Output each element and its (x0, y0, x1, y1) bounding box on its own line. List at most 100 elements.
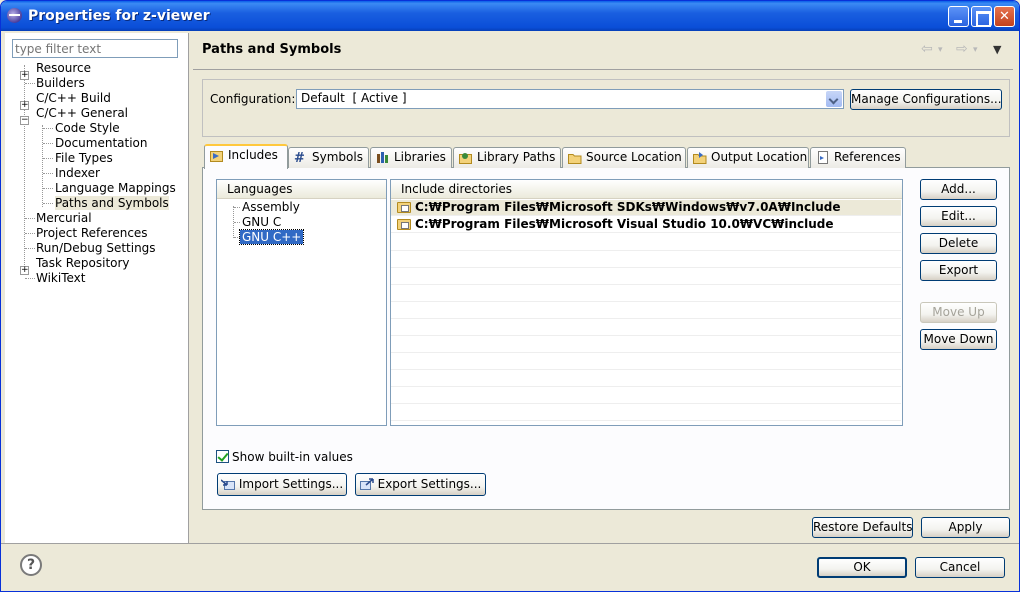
expand-icon[interactable]: + (20, 71, 29, 80)
include-folder-icon (397, 202, 411, 213)
tree-item-label: WikiText (36, 271, 86, 285)
view-menu-icon[interactable]: ▼ (993, 43, 1001, 56)
tree-item-wikitext[interactable]: WikiText (36, 271, 86, 286)
export-button[interactable]: Export (920, 260, 997, 281)
languages-list[interactable]: Languages Assembly GNU C GNU C++ (216, 179, 387, 426)
language-item-gnu-cpp[interactable]: GNU C++ (238, 229, 305, 245)
tab-label: Source Location (586, 150, 682, 164)
preference-tree-pane: + Resource Builders + C/C++ Build − C/C+… (5, 33, 189, 543)
grid-line (391, 335, 901, 336)
footer-divider (1, 543, 1019, 544)
tree-item-label: Documentation (55, 136, 148, 150)
cancel-button[interactable]: Cancel (915, 557, 1005, 578)
configuration-select[interactable]: Default [ Active ] (296, 89, 844, 109)
edit-button[interactable]: Edit... (920, 206, 997, 227)
table-row[interactable]: C:₩Program Files₩Microsoft Visual Studio… (391, 217, 901, 233)
table-row[interactable]: C:₩Program Files₩Microsoft SDKs₩Windows₩… (391, 200, 901, 216)
language-item-gnu-c[interactable]: GNU C (242, 215, 281, 229)
tree-item-builders[interactable]: Builders (36, 76, 85, 91)
import-settings-label: Import Settings... (238, 477, 344, 491)
tree-item-run-debug-settings[interactable]: Run/Debug Settings (36, 241, 156, 256)
tab-label: References (834, 150, 901, 164)
tree-connector (25, 248, 35, 249)
tab-references[interactable]: References (810, 147, 906, 168)
delete-button[interactable]: Delete (920, 233, 997, 254)
tree-connector (25, 233, 35, 234)
tree-connector (43, 173, 53, 174)
title-bar[interactable]: Properties for z-viewer ✕ (1, 1, 1019, 31)
import-settings-button[interactable]: Import Settings... (217, 473, 347, 496)
grid-line (391, 267, 901, 268)
grid-line (391, 386, 901, 387)
tab-libraries[interactable]: Libraries (370, 147, 452, 168)
configuration-label: Configuration: (210, 92, 296, 106)
filter-input[interactable] (12, 39, 178, 58)
tree-connector (25, 83, 35, 84)
forward-dropdown-icon[interactable]: ▾ (973, 45, 978, 55)
move-down-button[interactable]: Move Down (920, 329, 997, 350)
tree-item-cpp-general[interactable]: C/C++ General (36, 106, 128, 121)
tree-connector (43, 188, 53, 189)
help-icon[interactable]: ? (20, 554, 42, 576)
tree-item-task-repository[interactable]: Task Repository (36, 256, 130, 271)
tree-connector (43, 158, 53, 159)
output-folder-icon (693, 152, 707, 164)
tab-source-location[interactable]: Source Location (562, 147, 686, 168)
tree-item-indexer[interactable]: Indexer (55, 166, 100, 181)
collapse-icon[interactable]: − (20, 116, 29, 125)
move-up-button[interactable]: Move Up (920, 302, 997, 323)
tree-item-label: Resource (36, 61, 92, 75)
back-dropdown-icon[interactable]: ▾ (938, 45, 943, 55)
tab-library-paths[interactable]: Library Paths (453, 147, 561, 168)
tab-label: Libraries (394, 150, 446, 164)
maximize-button[interactable] (971, 6, 992, 27)
hash-icon: # (294, 151, 305, 166)
include-path: C:₩Program Files₩Microsoft SDKs₩Windows₩… (415, 200, 841, 214)
minimize-button[interactable] (948, 6, 969, 27)
tab-output-location[interactable]: Output Location (687, 147, 809, 168)
back-arrow-icon[interactable]: ⇦ (921, 41, 933, 57)
restore-defaults-button[interactable]: Restore Defaults (812, 517, 913, 538)
languages-column-header[interactable]: Languages (217, 180, 386, 199)
expand-icon[interactable]: + (20, 101, 29, 110)
tab-label: Library Paths (477, 150, 556, 164)
include-directories-column-header[interactable]: Include directories (391, 180, 902, 199)
tree-connector (42, 125, 43, 207)
tab-symbols[interactable]: # Symbols (288, 147, 369, 168)
configuration-value: Default [ Active ] (301, 91, 407, 105)
expand-icon[interactable]: + (20, 266, 29, 275)
header-divider (193, 69, 1013, 70)
export-icon (359, 478, 374, 490)
references-icon (818, 151, 828, 164)
tree-item-language-mappings[interactable]: Language Mappings (55, 181, 176, 196)
ok-button[interactable]: OK (817, 557, 907, 578)
chevron-down-icon[interactable] (826, 91, 842, 107)
tree-item-label: Code Style (55, 121, 120, 135)
tree-item-code-style[interactable]: Code Style (55, 121, 120, 136)
tree-item-project-references[interactable]: Project References (36, 226, 148, 241)
show-built-in-label[interactable]: Show built-in values (232, 450, 353, 464)
tab-includes[interactable]: Includes (204, 144, 288, 169)
tree-item-cpp-build[interactable]: C/C++ Build (36, 91, 111, 106)
include-path: C:₩Program Files₩Microsoft Visual Studio… (415, 217, 834, 231)
tree-item-documentation[interactable]: Documentation (55, 136, 148, 151)
tree-connector (25, 278, 35, 279)
tree-item-paths-and-symbols[interactable]: Paths and Symbols (55, 196, 169, 211)
tree-connector (43, 203, 53, 204)
add-button[interactable]: Add... (920, 179, 997, 200)
grid-line (391, 369, 901, 370)
export-settings-button[interactable]: Export Settings... (355, 473, 486, 496)
includes-icon (210, 151, 223, 162)
manage-configurations-button[interactable]: Manage Configurations... (850, 89, 1002, 110)
tree-item-file-types[interactable]: File Types (55, 151, 113, 166)
tree-connector (25, 218, 35, 219)
include-directories-list[interactable]: Include directories C:₩Program Files₩Mic… (390, 179, 903, 426)
apply-button[interactable]: Apply (921, 517, 1010, 538)
close-button[interactable]: ✕ (994, 6, 1015, 27)
grid-line (391, 420, 901, 421)
tree-item-resource[interactable]: Resource (36, 61, 91, 76)
show-built-in-checkbox[interactable] (216, 450, 229, 463)
tree-item-mercurial[interactable]: Mercurial (36, 211, 92, 226)
forward-arrow-icon[interactable]: ⇨ (956, 41, 968, 57)
language-item-assembly[interactable]: Assembly (242, 200, 300, 214)
